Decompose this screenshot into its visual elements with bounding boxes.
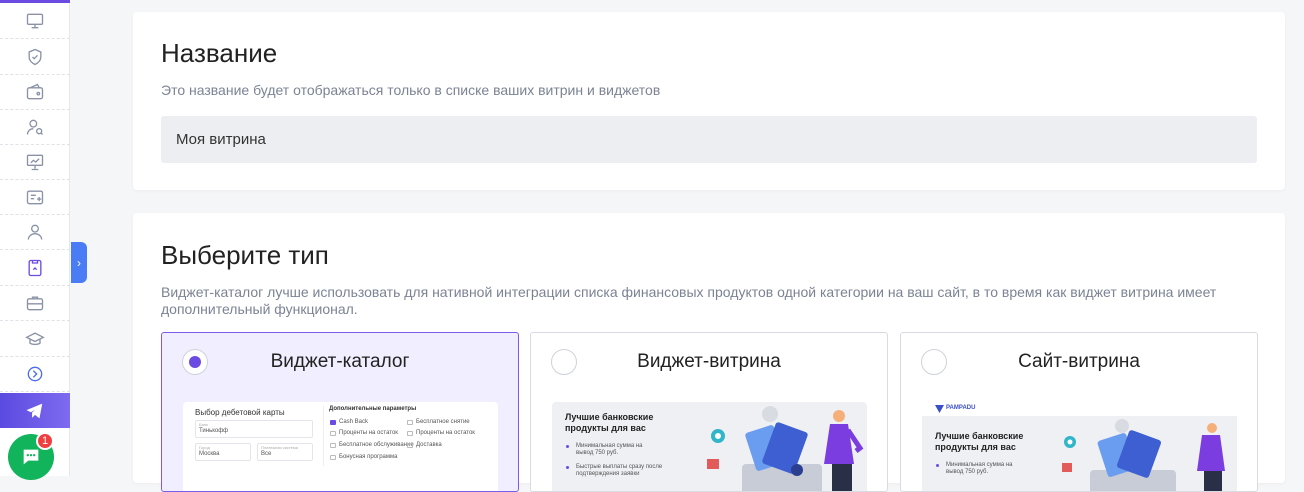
graduation-cap-icon [25, 332, 45, 346]
preview-bullet: Минимальная сумма на вывод 750 руб. [946, 462, 1013, 475]
name-section-title: Название [161, 38, 278, 68]
sidebar-item-user-search[interactable] [0, 110, 70, 145]
preview-check-label: Бесплатное снятие [416, 419, 470, 425]
preview-city-label: Город [199, 445, 210, 450]
preview-bank-value: Тинькофф [199, 428, 229, 434]
preview-bank-label: Банк [199, 422, 208, 427]
sidebar-item-list-add[interactable] [0, 180, 70, 215]
preview-heading: Лучшие банковские продукты для вас [565, 412, 654, 433]
shield-check-icon [28, 48, 42, 66]
preview-checkbox [330, 443, 336, 448]
briefcase-icon [26, 296, 44, 311]
bullet-dot [566, 466, 569, 469]
illustration-person-cards-icon [707, 406, 864, 491]
preview-system-value: Все [261, 451, 272, 457]
preview-divider [323, 406, 324, 466]
preview-check-label: Бонусная программа [339, 454, 398, 460]
type-option-site-showcase[interactable]: Сайт-витрина PAMPADU Лучшие банковские п… [900, 332, 1258, 492]
user-icon [27, 224, 43, 240]
preview-heading: Лучшие банковские продукты для вас [935, 431, 1024, 452]
sidebar-item-next[interactable] [0, 357, 70, 392]
illustration-person-cards-icon [1062, 419, 1225, 491]
preview-bullet: Минимальная сумма на вывод 750 руб. [576, 443, 643, 456]
preview-checkbox [407, 431, 413, 436]
type-option-widget-catalog[interactable]: Виджет-каталог Выбор дебетовой карты Бан… [161, 332, 519, 492]
type-option-label: Сайт-витрина [1018, 351, 1140, 372]
sidebar-item-monitor[interactable] [0, 4, 70, 39]
preview-checkbox-checked [330, 420, 336, 425]
sidebar-item-briefcase[interactable] [0, 286, 70, 321]
preview-checkbox [330, 431, 336, 436]
chat-icon [23, 449, 39, 465]
bullet-dot [566, 445, 569, 448]
preview-city-select: Город Москва [195, 443, 251, 461]
type-section-subtitle: Виджет-каталог лучше использовать для на… [161, 284, 1217, 317]
preview-logo-text: PAMPADU [946, 405, 976, 411]
sidebar-expand-button[interactable]: › [71, 242, 87, 283]
preview-city-value: Москва [199, 451, 220, 457]
presentation-chart-icon [26, 154, 44, 171]
sidebar-item-widget[interactable] [0, 251, 70, 286]
user-search-icon [26, 119, 43, 135]
preview-checkbox [407, 443, 413, 448]
preview-check-label: Проценты на остаток [416, 430, 475, 436]
bullet-dot [936, 464, 939, 467]
preview-heading: Выбор дебетовой карты [195, 408, 285, 417]
pampadu-logo-icon [935, 405, 944, 413]
preview-check-label: Бесплатное обслуживание [339, 442, 414, 448]
name-card: Название Это название будет отображаться… [133, 12, 1285, 190]
preview-checkbox [407, 420, 413, 425]
circle-chevron-icon [27, 366, 43, 382]
telegram-icon [26, 403, 43, 418]
type-option-widget-showcase[interactable]: Виджет-витрина Лучшие банковские продукт… [530, 332, 888, 492]
sidebar [0, 0, 70, 476]
type-card-section: Выберите тип Виджет-каталог лучше исполь… [133, 213, 1285, 492]
preview-params-heading: Дополнительные параметры [329, 406, 417, 412]
type-section-title: Выберите тип [161, 240, 329, 270]
sidebar-item-telegram[interactable] [0, 393, 70, 428]
sidebar-item-education[interactable] [0, 322, 70, 357]
preview-system-select: Платежная система Все [257, 443, 313, 461]
site-showcase-preview: PAMPADU Лучшие банковские продукты для в… [922, 402, 1237, 491]
monitor-icon [26, 13, 44, 29]
preview-system-label: Платежная система [261, 445, 298, 450]
widget-showcase-preview: Лучшие банковские продукты для вас Миним… [552, 402, 867, 491]
showcase-name-input[interactable]: Моя витрина [161, 116, 1257, 163]
preview-check-label: Cash Back [339, 419, 369, 425]
widget-icon [28, 259, 42, 277]
preview-checkbox [330, 455, 336, 460]
sidebar-item-wallet[interactable] [0, 75, 70, 110]
sidebar-item-shield[interactable] [0, 40, 70, 75]
sidebar-top-accent [0, 0, 70, 3]
sidebar-item-presentation[interactable] [0, 145, 70, 180]
widget-catalog-preview: Выбор дебетовой карты Банк Тинькофф Горо… [183, 402, 498, 491]
preview-check-label: Проценты на остаток [339, 430, 398, 436]
list-add-icon [26, 190, 44, 205]
chat-unread-badge: 1 [36, 432, 54, 450]
preview-check-label: Доставка [416, 442, 442, 448]
chevron-right-icon: › [77, 255, 81, 270]
type-option-label: Виджет-каталог [270, 351, 410, 372]
name-section-subtitle: Это название будет отображаться только в… [161, 82, 661, 98]
type-option-label: Виджет-витрина [637, 351, 781, 372]
wallet-icon [26, 83, 44, 100]
preview-bank-select: Банк Тинькофф [195, 420, 313, 438]
sidebar-item-user[interactable] [0, 215, 70, 250]
